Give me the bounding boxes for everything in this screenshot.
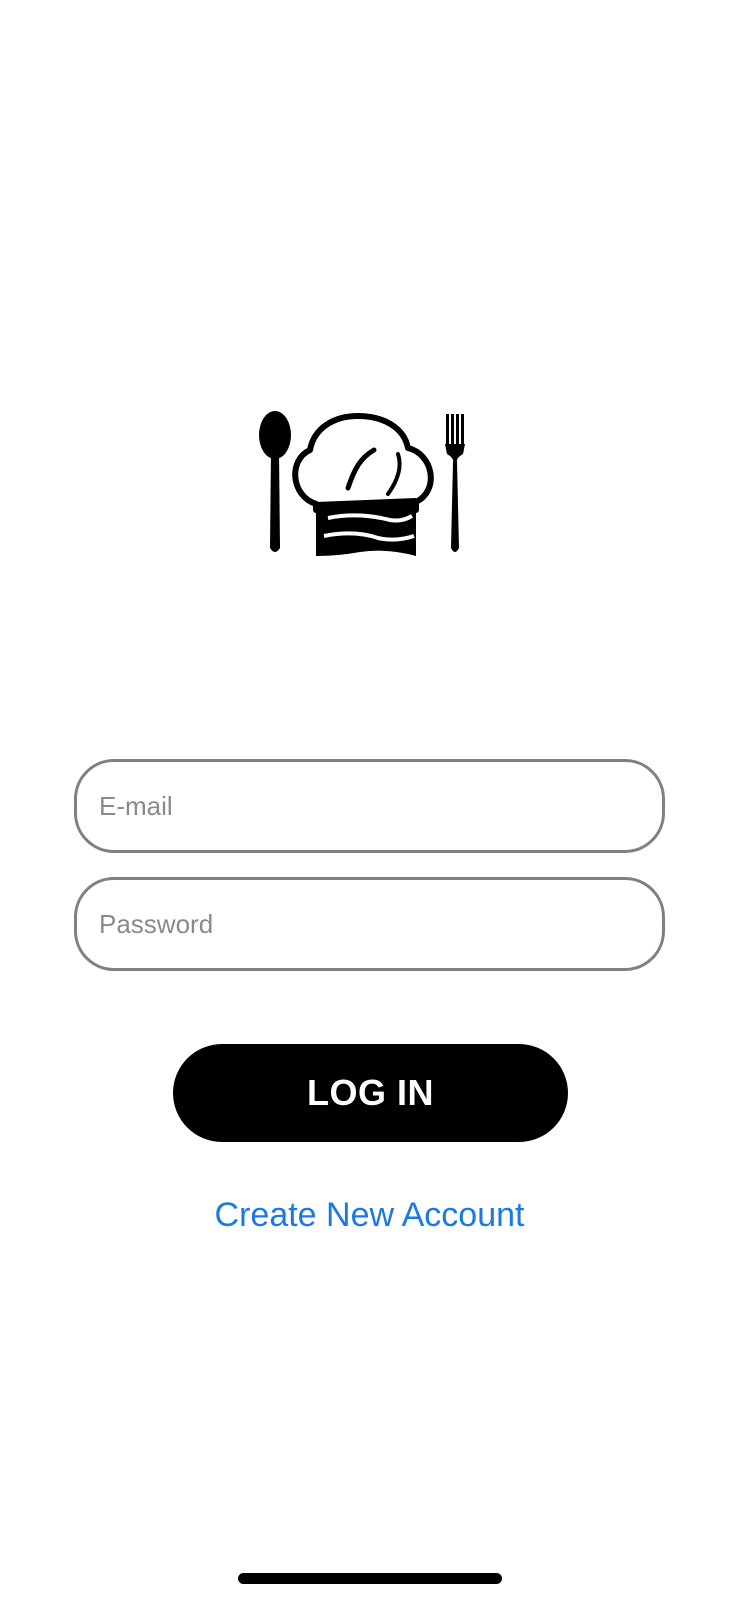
- create-account-link[interactable]: Create New Account: [0, 1196, 739, 1235]
- chef-hat-spoon-fork-icon: [259, 411, 465, 556]
- email-field[interactable]: [74, 759, 665, 853]
- login-button[interactable]: LOG IN: [173, 1044, 568, 1142]
- home-indicator[interactable]: [238, 1573, 502, 1584]
- spoon-icon: [259, 411, 291, 552]
- password-field[interactable]: [74, 877, 665, 971]
- fork-icon: [445, 414, 465, 552]
- chef-hat-icon: [292, 413, 434, 556]
